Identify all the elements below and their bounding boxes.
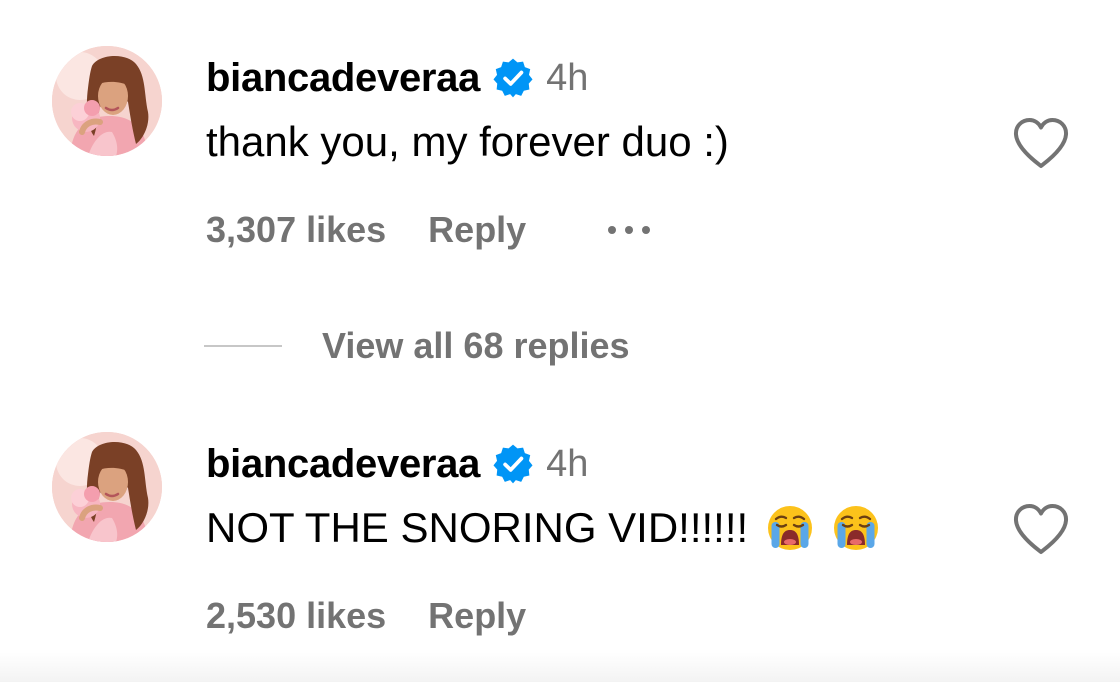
likes-count[interactable]: 2,530 likes — [206, 595, 386, 637]
avatar[interactable] — [52, 432, 162, 542]
comment-text: thank you, my forever duo :) — [206, 114, 729, 170]
like-heart-icon[interactable] — [1012, 502, 1070, 556]
bottom-fade — [0, 652, 1120, 682]
comment-actions: 2,530 likes Reply — [206, 592, 526, 640]
comment-header: biancadeveraa 4h — [206, 438, 588, 490]
comment-time[interactable]: 4h — [546, 57, 588, 100]
loudly-crying-face-emoji — [766, 504, 814, 552]
username[interactable]: biancadeveraa — [206, 56, 480, 101]
comment-actions: 3,307 likes Reply — [206, 206, 651, 254]
comment-text-content: NOT THE SNORING VID!!!!!! — [206, 504, 749, 551]
avatar[interactable] — [52, 46, 162, 156]
view-replies-button[interactable]: View all 68 replies — [204, 322, 630, 370]
likes-count[interactable]: 3,307 likes — [206, 209, 386, 251]
username[interactable]: biancadeveraa — [206, 442, 480, 487]
more-options-icon[interactable] — [608, 226, 651, 234]
verified-badge-icon — [492, 443, 534, 485]
reply-button[interactable]: Reply — [428, 209, 526, 251]
like-heart-icon[interactable] — [1012, 116, 1070, 170]
loudly-crying-face-emoji — [832, 504, 880, 552]
comment-text: NOT THE SNORING VID!!!!!! — [206, 500, 880, 556]
replies-divider — [204, 345, 282, 347]
comment-text-content: thank you, my forever duo :) — [206, 118, 729, 165]
view-replies-label[interactable]: View all 68 replies — [322, 325, 630, 367]
comment-time[interactable]: 4h — [546, 443, 588, 486]
reply-button[interactable]: Reply — [428, 595, 526, 637]
verified-badge-icon — [492, 57, 534, 99]
comment-header: biancadeveraa 4h — [206, 52, 588, 104]
